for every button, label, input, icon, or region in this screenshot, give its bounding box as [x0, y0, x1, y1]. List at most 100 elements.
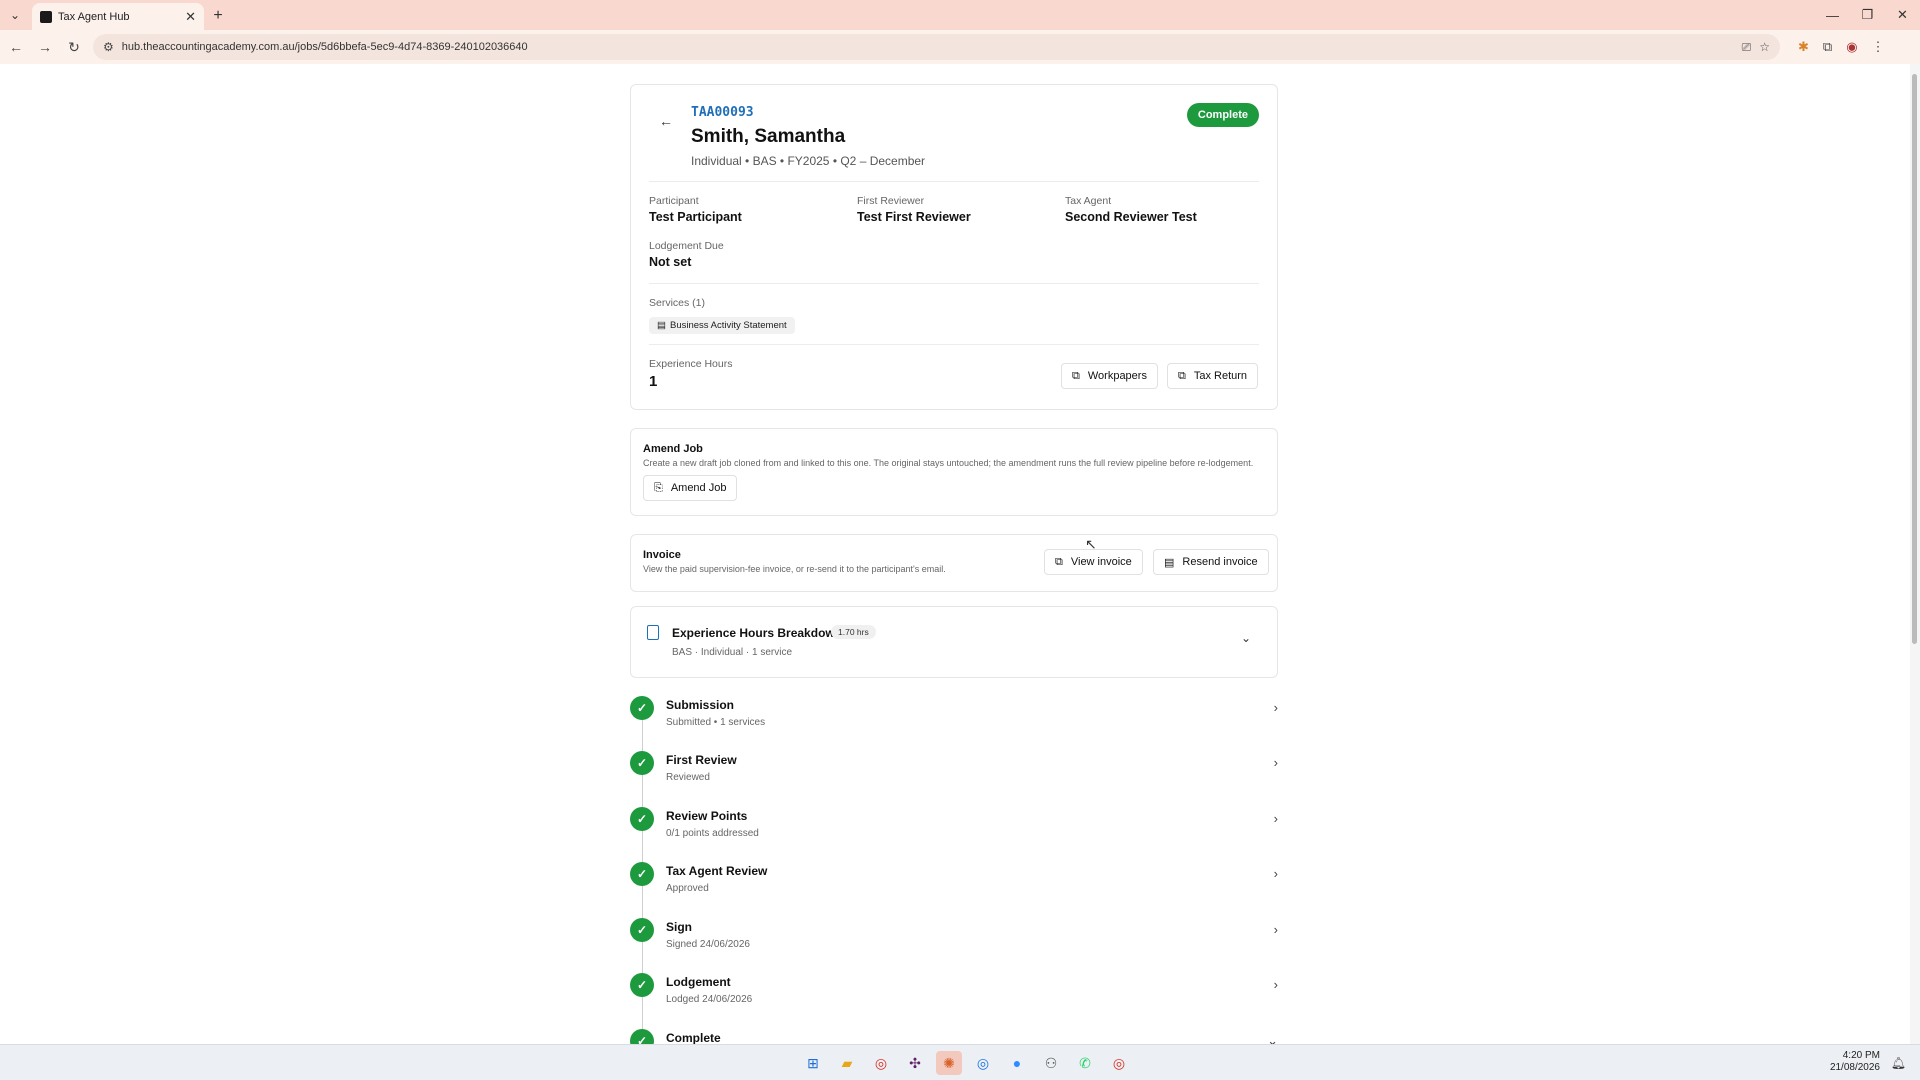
resend-invoice-button[interactable]: ▤ Resend invoice: [1153, 549, 1269, 575]
tax-agent-field: Tax Agent Second Reviewer Test: [1065, 195, 1197, 224]
tax-agent-value: Second Reviewer Test: [1065, 210, 1197, 224]
step-title: Review Points: [666, 809, 748, 823]
slack-icon[interactable]: ✣: [902, 1051, 928, 1075]
page-scrollbar[interactable]: [1910, 64, 1920, 1044]
experience-hours-breakdown-card[interactable]: Experience Hours Breakdown 1.70 hrs BAS …: [630, 606, 1278, 678]
participant-field: Participant Test Participant: [649, 195, 742, 224]
receipt-icon: ▤: [1164, 556, 1175, 569]
chevron-right-icon[interactable]: ›: [1274, 866, 1278, 881]
chrome-icon[interactable]: ◎: [868, 1051, 894, 1075]
step-sign[interactable]: ✓ Sign Signed 24/06/2026 ›: [630, 918, 1278, 974]
chevron-right-icon[interactable]: ›: [1274, 977, 1278, 992]
invoice-title: Invoice: [643, 549, 681, 561]
extensions-puzzle-icon[interactable]: ⧉: [1823, 39, 1832, 55]
chevron-down-icon[interactable]: ⌄: [1241, 631, 1251, 645]
chrome-profile-icon[interactable]: ◎: [970, 1051, 996, 1075]
address-bar[interactable]: ⚙ hub.theaccountingacademy.com.au/jobs/5…: [93, 34, 1780, 60]
scrollbar-thumb[interactable]: [1912, 74, 1917, 644]
url-text: hub.theaccountingacademy.com.au/jobs/5d6…: [121, 41, 528, 53]
services-label: Services (1): [649, 297, 706, 309]
bookmark-star-icon[interactable]: ☆: [1759, 40, 1770, 54]
check-icon: ✓: [630, 751, 654, 775]
breakdown-title: Experience Hours Breakdown: [672, 626, 843, 640]
chrome-active-icon[interactable]: ◎: [1106, 1051, 1132, 1075]
network-app-icon[interactable]: ⚇: [1038, 1051, 1064, 1075]
close-tab-icon[interactable]: ✕: [185, 9, 196, 25]
extension-icon[interactable]: ✱: [1798, 39, 1809, 55]
profile-icon[interactable]: ◉: [1846, 39, 1857, 55]
clock-time: 4:20 PM: [1842, 1050, 1880, 1061]
tax-return-button[interactable]: ⧉ Tax Return: [1167, 363, 1259, 389]
step-complete[interactable]: ✓ Complete ⌄: [630, 1029, 1278, 1044]
page-content: ← TAA00093 Smith, Samantha Individual • …: [0, 64, 1910, 1044]
step-title: Tax Agent Review: [666, 864, 768, 878]
step-review-points[interactable]: ✓ Review Points 0/1 points addressed ›: [630, 807, 1278, 863]
step-subtitle: Submitted • 1 services: [666, 717, 766, 728]
chevron-down-icon[interactable]: ⌄: [1267, 1033, 1278, 1044]
step-subtitle: Reviewed: [666, 772, 710, 783]
job-summary-card: ← TAA00093 Smith, Samantha Individual • …: [630, 84, 1278, 410]
document-icon: ▤: [657, 320, 666, 331]
job-subtitle: Individual • BAS • FY2025 • Q2 – Decembe…: [691, 154, 926, 168]
chevron-right-icon[interactable]: ›: [1274, 811, 1278, 826]
chevron-right-icon[interactable]: ›: [1274, 700, 1278, 715]
external-link-icon: ⧉: [1178, 369, 1186, 382]
services-field: Services (1): [649, 297, 705, 309]
step-subtitle: Lodged 24/06/2026: [666, 994, 753, 1005]
file-explorer-icon[interactable]: ▰: [834, 1051, 860, 1075]
status-badge: Complete: [1186, 103, 1259, 127]
install-app-icon[interactable]: ⎚: [1742, 40, 1752, 55]
system-clock[interactable]: 4:20 PM 21/08/2026: [1830, 1050, 1880, 1074]
chevron-right-icon[interactable]: ›: [1274, 922, 1278, 937]
job-id-link[interactable]: TAA00093: [691, 105, 754, 120]
experience-hours-label: Experience Hours: [649, 358, 733, 370]
check-icon: ✓: [630, 918, 654, 942]
first-reviewer-field: First Reviewer Test First Reviewer: [857, 195, 971, 224]
lodgement-due-value: Not set: [649, 255, 692, 269]
minimize-icon[interactable]: —: [1815, 0, 1850, 30]
new-tab-button[interactable]: +: [204, 2, 232, 30]
claude-app-icon[interactable]: ✺: [936, 1051, 962, 1075]
step-lodgement[interactable]: ✓ Lodgement Lodged 24/06/2026 ›: [630, 973, 1278, 1029]
chevron-right-icon[interactable]: ›: [1274, 755, 1278, 770]
participant-value: Test Participant: [649, 210, 742, 224]
step-first-review[interactable]: ✓ First Review Reviewed ›: [630, 751, 1278, 807]
menu-kebab-icon[interactable]: ⋮: [1872, 39, 1885, 55]
whatsapp-icon[interactable]: ✆: [1072, 1051, 1098, 1075]
first-reviewer-value: Test First Reviewer: [857, 210, 971, 224]
back-icon[interactable]: ←: [3, 34, 29, 60]
address-bar-row: ← → ↻ ⚙ hub.theaccountingacademy.com.au/…: [0, 30, 1920, 64]
amend-job-button[interactable]: ⎘ Amend Job: [643, 475, 738, 501]
workpapers-button[interactable]: ⧉ Workpapers: [1061, 363, 1158, 389]
service-chip: ▤ Business Activity Statement: [649, 317, 795, 334]
back-arrow-icon[interactable]: ←: [659, 113, 673, 129]
check-icon: ✓: [630, 807, 654, 831]
browser-tab[interactable]: Tax Agent Hub ✕: [32, 3, 204, 30]
step-title: Submission: [666, 698, 735, 712]
restore-icon[interactable]: ❐: [1850, 0, 1885, 30]
clipboard-icon: [647, 625, 659, 640]
close-window-icon[interactable]: ✕: [1885, 0, 1920, 30]
site-info-icon[interactable]: ⚙: [103, 40, 114, 54]
notification-bell-icon[interactable]: 🔔︎: [1891, 1056, 1906, 1070]
invoice-description: View the paid supervision-fee invoice, o…: [643, 564, 946, 574]
step-submission[interactable]: ✓ Submission Submitted • 1 services ›: [630, 696, 1278, 752]
step-subtitle: Approved: [666, 883, 709, 894]
tab-title: Tax Agent Hub: [58, 10, 130, 23]
zoom-icon[interactable]: ●: [1004, 1051, 1030, 1075]
invoice-card: Invoice View the paid supervision-fee in…: [630, 534, 1278, 592]
tab-search-icon[interactable]: ⌄: [0, 0, 30, 30]
lodgement-due-label: Lodgement Due: [649, 240, 724, 252]
step-title: Lodgement: [666, 975, 731, 989]
start-windows-icon[interactable]: ⊞: [800, 1051, 826, 1075]
divider: [649, 283, 1259, 284]
participant-label: Participant: [649, 195, 699, 207]
forward-icon[interactable]: →: [32, 34, 58, 60]
workflow-timeline: ✓ Submission Submitted • 1 services › ✓ …: [630, 696, 1278, 1044]
step-tax-agent-review[interactable]: ✓ Tax Agent Review Approved ›: [630, 862, 1278, 918]
step-title: First Review: [666, 753, 737, 767]
check-icon: ✓: [630, 696, 654, 720]
reload-icon[interactable]: ↻: [61, 34, 87, 60]
client-name: Smith, Samantha: [691, 126, 846, 147]
step-subtitle: Signed 24/06/2026: [666, 939, 750, 950]
